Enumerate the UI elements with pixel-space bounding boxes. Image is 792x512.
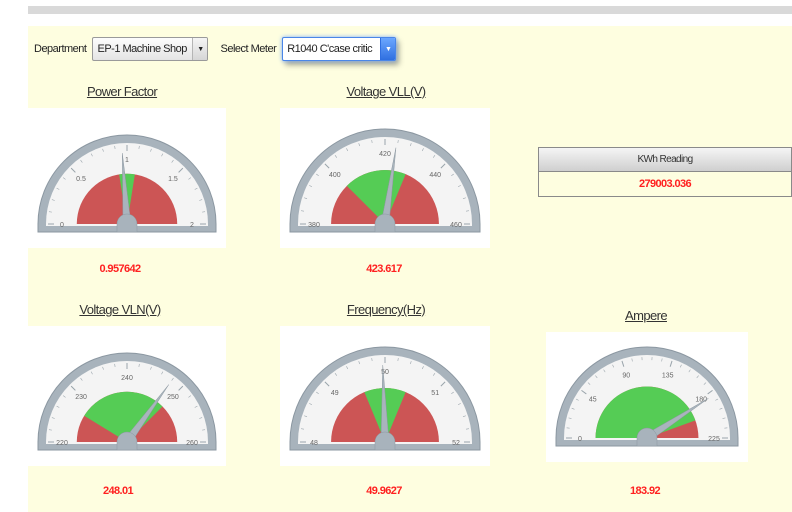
gauge-tick-label: 0.5 <box>76 176 86 183</box>
top-bar <box>28 6 792 14</box>
gauge-tick-label: 260 <box>186 440 198 447</box>
gauge-pivot <box>116 213 138 233</box>
gauge-tick-label: 51 <box>431 390 439 397</box>
meter-select[interactable]: R1040 C'case critic ▼ <box>282 37 397 61</box>
gauge-tick-label: 135 <box>662 372 674 379</box>
voltage-vll-gauge: 380 400 420 440 460 <box>280 108 490 248</box>
kwh-reading-table: KWh Reading 279003.036 <box>538 147 792 197</box>
ampere-gauge: 0 45 90 135 180 225 <box>546 332 748 462</box>
gauge-pivot <box>374 213 396 233</box>
gauge-tick-label: 250 <box>167 394 179 401</box>
gauge-tick-label: 1.5 <box>168 176 178 183</box>
gauge-tick-label: 420 <box>379 151 391 158</box>
power-factor-gauge: 0 0.5 1 1.5 2 <box>28 108 226 248</box>
gauge-tick-label: 2 <box>190 222 194 229</box>
gauge-tick-label: 48 <box>310 440 318 447</box>
gauge-tick-label: 240 <box>121 375 133 382</box>
gauge-tick-label: 52 <box>452 440 460 447</box>
frequency-gauge: 48 49 50 51 52 <box>280 326 490 466</box>
chevron-down-icon[interactable]: ▼ <box>380 38 396 60</box>
power-factor-value: 0.957642 <box>99 263 141 275</box>
power-factor-title: Power Factor <box>86 84 158 99</box>
gauge-tick-label: 0 <box>578 436 582 443</box>
filter-bar: Department EP-1 Machine Shop ▼ Select Me… <box>34 32 397 66</box>
meter-select-value: R1040 C'case critic <box>287 43 373 55</box>
gauge-pivot <box>374 431 396 451</box>
frequency-title: Frequency(Hz) <box>346 302 426 317</box>
gauge-tick-label: 230 <box>75 394 87 401</box>
voltage-vln-value: 248.01 <box>102 485 134 497</box>
gauge-tick-label: 1 <box>125 157 129 164</box>
gauge-tick-label: 220 <box>56 440 68 447</box>
voltage-vll-title: Voltage VLL(V) <box>346 84 426 99</box>
meter-label: Select Meter <box>220 43 277 55</box>
gauge-tick-label: 440 <box>429 172 441 179</box>
ampere-value: 183.92 <box>629 485 661 497</box>
ampere-title: Ampere <box>625 308 668 323</box>
kwh-reading-value: 279003.036 <box>538 172 792 197</box>
voltage-vln-gauge: 220 230 240 250 260 <box>28 326 226 466</box>
voltage-vln-title: Voltage VLN(V) <box>79 302 161 317</box>
gauge-tick-label: 45 <box>589 397 597 404</box>
gauge-tick-label: 0 <box>60 222 64 229</box>
gauge-pivot <box>116 431 138 451</box>
gauge-tick-label: 380 <box>308 222 320 229</box>
gauge-tick-label: 225 <box>708 436 720 443</box>
chevron-down-icon[interactable]: ▼ <box>192 38 208 60</box>
gauge-tick-label: 49 <box>331 390 339 397</box>
gauge-tick-label: 460 <box>450 222 462 229</box>
gauge-pivot <box>636 427 658 447</box>
department-select-value: EP-1 Machine Shop <box>97 43 187 55</box>
gauge-tick-label: 90 <box>622 372 630 379</box>
kwh-reading-header: KWh Reading <box>538 147 792 172</box>
department-select[interactable]: EP-1 Machine Shop ▼ <box>92 37 209 61</box>
department-label: Department <box>34 43 87 55</box>
frequency-value: 49.9627 <box>366 485 402 497</box>
voltage-vll-value: 423.617 <box>366 263 402 275</box>
gauge-tick-label: 400 <box>329 172 341 179</box>
